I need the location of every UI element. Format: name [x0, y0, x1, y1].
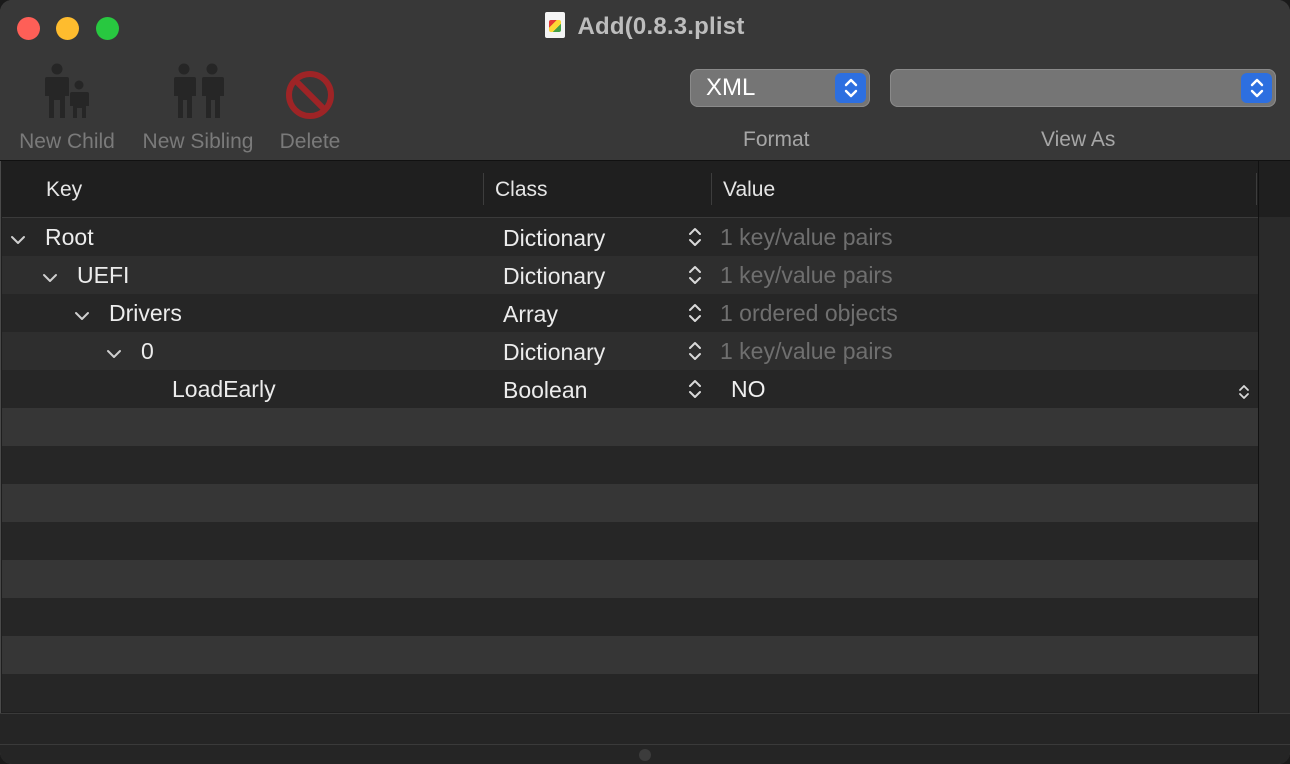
up-down-stepper-icon[interactable] [688, 264, 702, 292]
row-class[interactable]: Boolean [503, 377, 587, 404]
empty-row [2, 408, 1258, 446]
resize-handle[interactable] [639, 749, 651, 761]
new-child-label: New Child [19, 130, 115, 153]
empty-row [2, 560, 1258, 598]
header-corner [1259, 161, 1290, 217]
column-divider[interactable] [483, 173, 484, 205]
chevron-down-icon[interactable] [42, 265, 58, 282]
column-divider[interactable] [1256, 173, 1257, 205]
up-down-stepper-icon[interactable] [688, 340, 702, 368]
row-value: 1 key/value pairs [720, 224, 893, 250]
window-title-text: Add(0.8.3.plist [577, 13, 745, 40]
plist-document-icon [545, 12, 566, 38]
column-header-value[interactable]: Value [723, 178, 775, 202]
row-value: 1 key/value pairs [720, 338, 893, 364]
empty-row [2, 636, 1258, 674]
empty-row [2, 674, 1258, 712]
delete-icon [270, 60, 350, 120]
table-row[interactable]: LoadEarly Boolean NO [2, 370, 1258, 408]
plist-outline-table: Key Class Value Root Dictionary 1 key/va… [2, 161, 1259, 713]
format-select-value: XML [706, 74, 756, 101]
up-down-stepper-icon [1241, 73, 1272, 103]
row-class[interactable]: Dictionary [503, 263, 605, 290]
chevron-down-icon[interactable] [106, 341, 122, 358]
up-down-stepper-icon[interactable] [1238, 380, 1250, 407]
row-key[interactable]: 0 [141, 338, 154, 365]
column-divider[interactable] [711, 173, 712, 205]
row-key[interactable]: Drivers [109, 300, 182, 327]
row-key[interactable]: LoadEarly [172, 376, 276, 403]
plist-editor-window: Add(0.8.3.plist New Child New Sibling De… [0, 0, 1290, 764]
column-header-class[interactable]: Class [495, 178, 548, 202]
column-header-key[interactable]: Key [46, 178, 82, 202]
row-value: 1 key/value pairs [720, 262, 893, 288]
format-select[interactable]: XML [690, 69, 870, 107]
table-row[interactable]: Drivers Array 1 ordered objects [2, 294, 1258, 332]
row-class[interactable]: Dictionary [503, 225, 605, 252]
up-down-stepper-icon[interactable] [688, 226, 702, 254]
divider [0, 744, 1290, 745]
row-class[interactable]: Dictionary [503, 339, 605, 366]
format-caption: Format [743, 128, 810, 151]
view-as-select[interactable] [890, 69, 1276, 107]
new-child-icon [12, 60, 122, 120]
toolbar: Add(0.8.3.plist New Child New Sibling De… [0, 0, 1290, 161]
up-down-stepper-icon[interactable] [688, 378, 702, 406]
delete-button[interactable]: Delete [270, 60, 350, 154]
table-row[interactable]: Root Dictionary 1 key/value pairs [2, 218, 1258, 256]
new-sibling-button[interactable]: New Sibling [134, 60, 262, 154]
row-value-popup[interactable]: NO [731, 376, 766, 403]
row-key[interactable]: Root [45, 224, 94, 251]
window-title: Add(0.8.3.plist [0, 12, 1290, 41]
new-sibling-icon [134, 60, 262, 120]
bottom-bar [0, 713, 1290, 764]
empty-row [2, 446, 1258, 484]
up-down-stepper-icon [835, 73, 866, 103]
table-row[interactable]: 0 Dictionary 1 key/value pairs [2, 332, 1258, 370]
delete-label: Delete [279, 130, 341, 153]
row-value: 1 ordered objects [720, 300, 898, 326]
chevron-down-icon[interactable] [10, 227, 26, 244]
row-key[interactable]: UEFI [77, 262, 129, 289]
view-as-caption: View As [1041, 128, 1116, 151]
table-header: Key Class Value [2, 161, 1258, 218]
chevron-down-icon[interactable] [74, 303, 90, 320]
new-sibling-label: New Sibling [142, 130, 254, 153]
empty-row [2, 598, 1258, 636]
empty-row [2, 522, 1258, 560]
table-side-gutter [1259, 161, 1290, 713]
up-down-stepper-icon[interactable] [688, 302, 702, 330]
table-row[interactable]: UEFI Dictionary 1 key/value pairs [2, 256, 1258, 294]
row-class[interactable]: Array [503, 301, 558, 328]
new-child-button[interactable]: New Child [12, 60, 122, 154]
empty-row [2, 484, 1258, 522]
